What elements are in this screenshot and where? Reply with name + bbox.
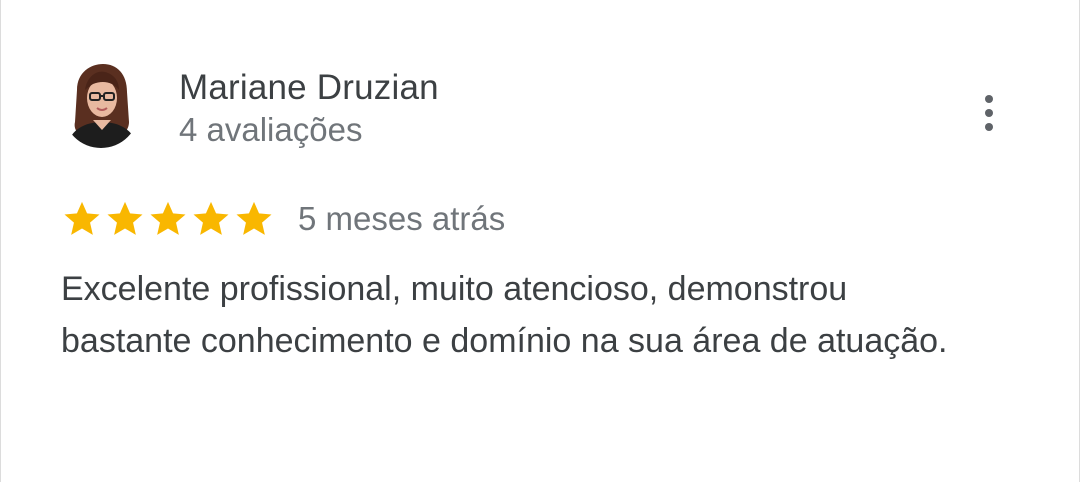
review-header: Mariane Druzian 4 avaliações xyxy=(63,60,439,150)
more-options-button[interactable] xyxy=(973,90,1005,138)
star-icon xyxy=(190,198,232,240)
review-text: Excelente profissional, muito atencioso,… xyxy=(61,270,948,360)
star-icon xyxy=(233,198,275,240)
author-avatar[interactable] xyxy=(63,60,139,148)
review-card: Mariane Druzian 4 avaliações 5 meses atr… xyxy=(0,0,1080,482)
more-vert-icon xyxy=(985,95,993,131)
author-review-count: 4 avaliações xyxy=(179,111,363,148)
star-rating xyxy=(61,198,276,240)
review-date: 5 meses atrás xyxy=(298,200,506,237)
star-icon xyxy=(147,198,189,240)
rating-row: 5 meses atrás xyxy=(61,198,505,240)
avatar-photo-icon xyxy=(63,60,139,148)
author-info: Mariane Druzian 4 avaliações xyxy=(179,66,439,150)
star-icon xyxy=(104,198,146,240)
star-icon xyxy=(61,198,103,240)
author-name[interactable]: Mariane Druzian xyxy=(179,66,439,110)
